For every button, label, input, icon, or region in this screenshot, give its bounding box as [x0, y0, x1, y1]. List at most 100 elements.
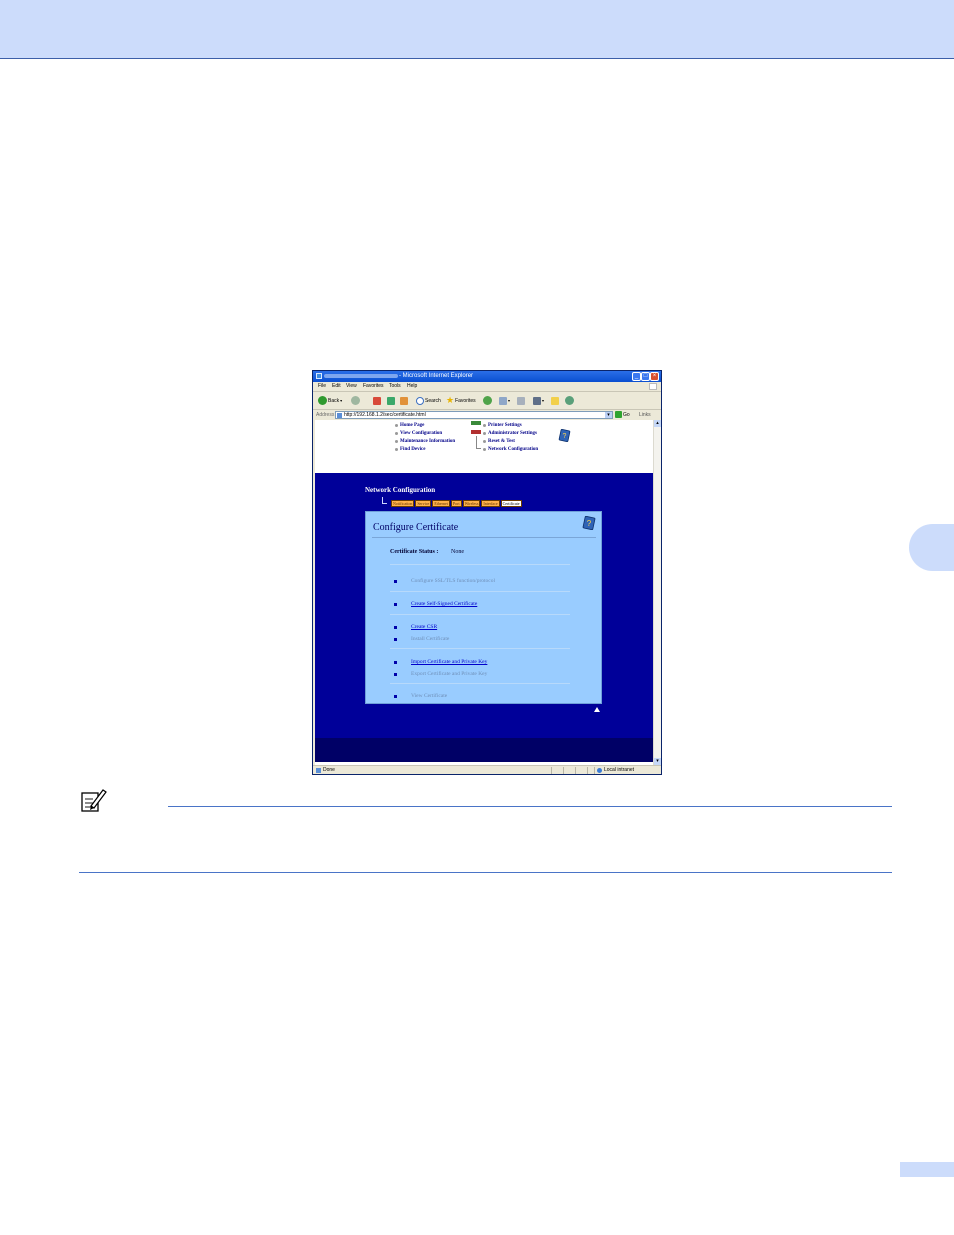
print-button[interactable]: [517, 395, 525, 406]
bullet-icon: [395, 423, 398, 427]
page-content: Home Page View Configuration Maintenance…: [315, 420, 653, 765]
nav-link-home[interactable]: Home Page: [395, 421, 455, 429]
lock-key-icon: [471, 421, 481, 425]
option-install-certificate: Install Certificate: [394, 636, 449, 642]
bullet-icon: [394, 602, 397, 606]
nav-link-view-configuration[interactable]: View Configuration: [395, 429, 455, 437]
option-label: View Certificate: [411, 693, 448, 699]
window-title: - Microsoft Internet Explorer: [399, 373, 474, 379]
toolbar: Back ▾ Search ★ Favorites ▾ ▾: [313, 392, 661, 410]
history-button[interactable]: [483, 395, 492, 406]
edit-button[interactable]: ▾: [533, 395, 544, 406]
tree-connector: [382, 497, 387, 504]
nav-label: Administrator Settings: [488, 430, 537, 436]
vertical-scrollbar[interactable]: ▴ ▾: [653, 420, 661, 765]
configure-certificate-panel: Configure Certificate ? Certificate Stat…: [365, 511, 602, 704]
option-export-certificate: Export Certificate and Private Key: [394, 671, 487, 677]
menu-tools[interactable]: Tools: [389, 383, 401, 390]
divider: [390, 564, 570, 565]
option-import-certificate[interactable]: Import Certificate and Private Key: [394, 659, 487, 665]
nav-link-network-configuration[interactable]: Network Configuration: [483, 445, 538, 453]
back-to-top-icon[interactable]: [594, 707, 600, 712]
nav-tree-icons: [470, 420, 482, 452]
search-button[interactable]: Search: [416, 395, 441, 406]
chevron-down-icon: ▾: [508, 398, 511, 403]
status-done: Done: [316, 767, 335, 773]
tab-service[interactable]: Service: [415, 500, 432, 507]
divider: [390, 648, 570, 649]
help-book-icon[interactable]: ?: [582, 516, 596, 530]
menu-bar: File Edit View Favorites Tools Help: [313, 382, 661, 392]
option-label: Export Certificate and Private Key: [411, 671, 488, 677]
nav-label: Network Configuration: [488, 446, 539, 452]
menu-favorites[interactable]: Favorites: [363, 383, 384, 390]
divider: [390, 614, 570, 615]
bullet-icon: [394, 637, 397, 641]
favorites-button[interactable]: ★ Favorites: [446, 395, 476, 406]
links-button[interactable]: Links: [639, 412, 651, 418]
tab-notification[interactable]: Notification: [391, 500, 415, 507]
note-top-rule: [168, 806, 892, 807]
menu-view[interactable]: View: [346, 383, 357, 390]
tab-certificate[interactable]: Certificate: [500, 500, 522, 507]
stop-button[interactable]: [373, 395, 381, 406]
page-icon: [316, 767, 321, 773]
title-bar: - Microsoft Internet Explorer _ □ ×: [313, 371, 661, 382]
nav-link-maintenance[interactable]: Maintenance Information: [395, 437, 455, 445]
bullet-icon: [483, 447, 486, 451]
option-create-csr[interactable]: Create CSR: [394, 624, 437, 630]
favorites-label: Favorites: [455, 397, 476, 404]
go-button[interactable]: Go: [615, 411, 630, 418]
mail-icon: [499, 396, 507, 405]
tab-port[interactable]: Port: [450, 500, 462, 507]
forward-button[interactable]: [351, 395, 360, 406]
status-bar: Done Local intranet: [313, 765, 661, 774]
search-label: Search: [425, 397, 441, 404]
option-create-self-signed[interactable]: Create Self-Signed Certificate: [394, 601, 477, 607]
refresh-button[interactable]: [387, 395, 395, 406]
home-button[interactable]: [400, 395, 408, 406]
minimize-button[interactable]: _: [632, 372, 641, 381]
help-book-icon[interactable]: ?: [558, 429, 571, 442]
nav-link-printer-settings[interactable]: Printer Settings: [483, 421, 538, 429]
bullet-icon: [395, 431, 398, 435]
menu-file[interactable]: File: [318, 383, 326, 390]
scroll-up-icon[interactable]: ▴: [654, 420, 661, 427]
tab-wireless[interactable]: Wireless: [462, 500, 481, 507]
network-footer-band: [315, 738, 653, 762]
certificate-status-value: None: [451, 549, 464, 555]
nav-link-administrator-settings[interactable]: Administrator Settings: [483, 429, 538, 437]
chevron-down-icon[interactable]: ▾: [605, 412, 612, 418]
ie-icon: [316, 373, 322, 379]
address-url: http://192.168.1.2/sec/certificate.html: [344, 412, 426, 418]
back-button[interactable]: Back ▾: [318, 395, 342, 406]
menu-help[interactable]: Help: [407, 383, 417, 390]
bullet-icon: [483, 439, 486, 443]
nav-link-find-device[interactable]: Find Device: [395, 445, 455, 453]
nav-link-reset-test[interactable]: Reset & Test: [483, 437, 538, 445]
messenger-button[interactable]: [565, 395, 574, 406]
scroll-down-icon[interactable]: ▾: [654, 758, 661, 765]
folder-button[interactable]: [551, 395, 559, 406]
history-icon: [483, 396, 492, 405]
tab-interface[interactable]: Interface: [481, 500, 500, 507]
tab-ethernet[interactable]: Ethernet: [432, 500, 450, 507]
close-button[interactable]: ×: [650, 372, 659, 381]
folder-icon: [551, 396, 559, 405]
address-bar: Address http://192.168.1.2/sec/certifica…: [313, 410, 661, 420]
address-input[interactable]: http://192.168.1.2/sec/certificate.html …: [335, 411, 613, 419]
maximize-button[interactable]: □: [641, 372, 650, 381]
menu-edit[interactable]: Edit: [332, 383, 341, 390]
status-divider: [587, 767, 588, 774]
divider: [390, 591, 570, 592]
option-configure-ssl: Configure SSL/TLS function/protocol: [394, 578, 495, 584]
status-divider: [563, 767, 564, 774]
nav-label: Reset & Test: [488, 438, 515, 444]
go-arrow-icon: [615, 411, 622, 418]
go-label: Go: [623, 411, 630, 418]
note-bottom-rule: [79, 872, 892, 873]
page-icon: [337, 413, 342, 418]
redacted-title: [324, 374, 398, 378]
mail-button[interactable]: ▾: [499, 395, 510, 406]
option-label: Create Self-Signed Certificate: [411, 601, 478, 607]
